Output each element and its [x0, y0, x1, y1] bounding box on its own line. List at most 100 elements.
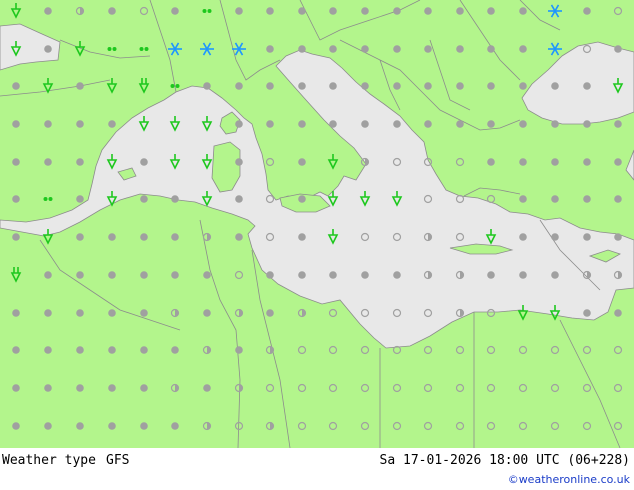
cloudy-dot-icon	[235, 195, 243, 203]
cloudy-dot-icon	[551, 120, 559, 128]
cloudy-dot-icon	[519, 271, 527, 279]
cloudy-dot-icon	[487, 7, 495, 15]
cloudy-dot-icon	[393, 7, 401, 15]
cloudy-dot-icon	[235, 158, 243, 166]
cloudy-dot-icon	[329, 82, 337, 90]
cloudy-dot-icon	[12, 384, 20, 392]
cloudy-dot-icon	[393, 271, 401, 279]
cloudy-dot-icon	[76, 422, 84, 430]
cloudy-dot-icon	[235, 346, 243, 354]
cloudy-dot-icon	[12, 422, 20, 430]
cloudy-dot-icon	[519, 82, 527, 90]
cloudy-dot-icon	[140, 271, 148, 279]
cloudy-dot-icon	[298, 120, 306, 128]
cloudy-dot-icon	[551, 158, 559, 166]
cloudy-dot-icon	[329, 45, 337, 53]
cloudy-dot-icon	[235, 120, 243, 128]
cloudy-dot-icon	[551, 82, 559, 90]
cloudy-dot-icon	[235, 82, 243, 90]
cloudy-dot-icon	[519, 7, 527, 15]
cloudy-dot-icon	[108, 309, 116, 317]
cloudy-dot-icon	[298, 195, 306, 203]
cloudy-dot-icon	[519, 158, 527, 166]
cloudy-dot-icon	[266, 120, 274, 128]
cloudy-dot-icon	[361, 45, 369, 53]
cloudy-dot-icon	[203, 82, 211, 90]
cloudy-dot-icon	[76, 195, 84, 203]
cloudy-dot-icon	[140, 346, 148, 354]
cloudy-dot-icon	[298, 158, 306, 166]
cloudy-dot-icon	[171, 195, 179, 203]
cloudy-dot-icon	[298, 45, 306, 53]
cloudy-dot-icon	[171, 233, 179, 241]
cloudy-dot-icon	[140, 195, 148, 203]
cloudy-dot-icon	[266, 271, 274, 279]
cloudy-dot-icon	[266, 82, 274, 90]
cloudy-dot-icon	[583, 82, 591, 90]
cloudy-dot-icon	[583, 7, 591, 15]
cloudy-dot-icon	[551, 195, 559, 203]
cloudy-dot-icon	[12, 346, 20, 354]
cloudy-dot-icon	[76, 158, 84, 166]
cloudy-dot-icon	[519, 45, 527, 53]
cloudy-dot-icon	[108, 384, 116, 392]
cloudy-dot-icon	[329, 120, 337, 128]
cloudy-dot-icon	[76, 271, 84, 279]
cloudy-dot-icon	[424, 7, 432, 15]
cloudy-dot-icon	[583, 309, 591, 317]
cloudy-dot-icon	[44, 45, 52, 53]
cloudy-dot-icon	[361, 120, 369, 128]
cloudy-dot-icon	[393, 82, 401, 90]
cloudy-dot-icon	[361, 82, 369, 90]
cloudy-dot-icon	[266, 45, 274, 53]
cloudy-dot-icon	[614, 195, 622, 203]
cloudy-dot-icon	[519, 233, 527, 241]
cloudy-dot-icon	[171, 346, 179, 354]
product-title: Weather type	[2, 453, 96, 468]
cloudy-dot-icon	[235, 7, 243, 15]
cloudy-dot-icon	[329, 271, 337, 279]
cloudy-dot-icon	[583, 158, 591, 166]
credit-link[interactable]: ©weatheronline.co.uk	[508, 473, 630, 486]
cloudy-dot-icon	[12, 120, 20, 128]
cloudy-dot-icon	[551, 233, 559, 241]
map-footer: Weather type GFS Sa 17-01-2026 18:00 UTC…	[0, 448, 634, 490]
cloudy-dot-icon	[298, 82, 306, 90]
cloudy-dot-icon	[44, 7, 52, 15]
cloudy-dot-icon	[456, 45, 464, 53]
cloudy-dot-icon	[12, 82, 20, 90]
cloudy-dot-icon	[12, 309, 20, 317]
cloudy-dot-icon	[424, 120, 432, 128]
cloudy-dot-icon	[361, 271, 369, 279]
cloudy-dot-icon	[44, 158, 52, 166]
weather-map	[0, 0, 634, 448]
cloudy-dot-icon	[140, 422, 148, 430]
cloudy-dot-icon	[424, 82, 432, 90]
cloudy-dot-icon	[487, 271, 495, 279]
map-canvas	[0, 0, 634, 448]
cloudy-dot-icon	[329, 7, 337, 15]
cloudy-dot-icon	[171, 271, 179, 279]
cloudy-dot-icon	[140, 309, 148, 317]
cloudy-dot-icon	[393, 120, 401, 128]
cloudy-dot-icon	[76, 82, 84, 90]
cloudy-dot-icon	[44, 309, 52, 317]
valid-datetime: Sa 17-01-2026 18:00 UTC (06+228)	[379, 453, 630, 468]
cloudy-dot-icon	[108, 422, 116, 430]
cloudy-dot-icon	[614, 233, 622, 241]
cloudy-dot-icon	[361, 7, 369, 15]
cloudy-dot-icon	[487, 45, 495, 53]
cloudy-dot-icon	[108, 120, 116, 128]
cloudy-dot-icon	[614, 120, 622, 128]
cloudy-dot-icon	[44, 346, 52, 354]
cloudy-dot-icon	[108, 271, 116, 279]
cloudy-dot-icon	[266, 309, 274, 317]
cloudy-dot-icon	[108, 346, 116, 354]
cloudy-dot-icon	[298, 233, 306, 241]
cloudy-dot-icon	[76, 346, 84, 354]
cloudy-dot-icon	[203, 271, 211, 279]
cloudy-dot-icon	[393, 45, 401, 53]
cloudy-dot-icon	[583, 120, 591, 128]
cloudy-dot-icon	[298, 7, 306, 15]
cloudy-dot-icon	[203, 309, 211, 317]
